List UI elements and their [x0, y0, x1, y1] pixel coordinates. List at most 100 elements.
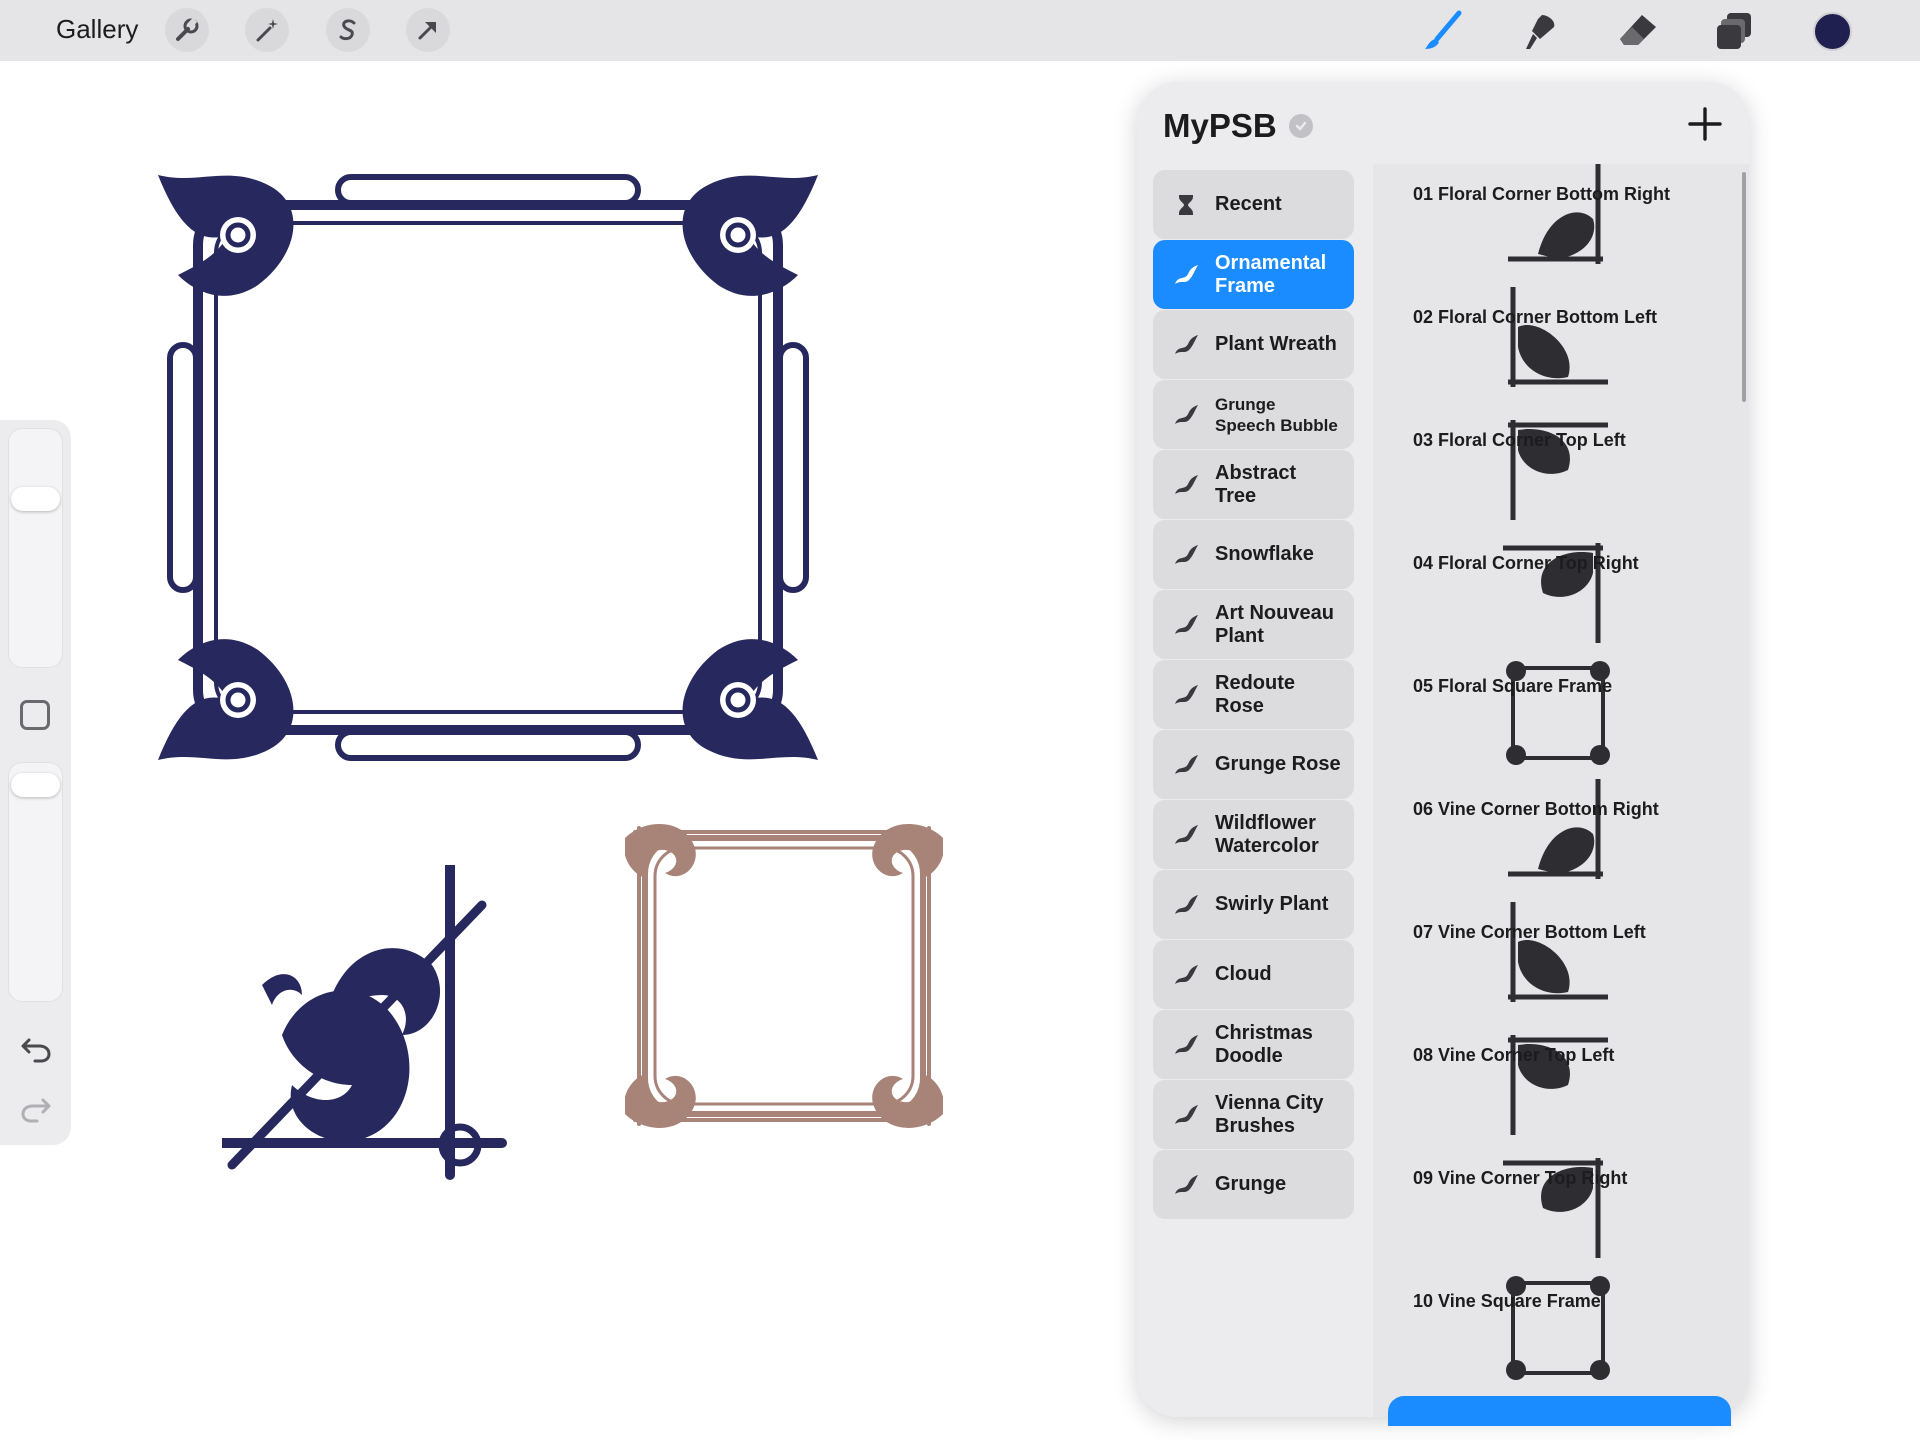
brush-set-item[interactable]: Recent: [1153, 170, 1354, 239]
brush-set-item[interactable]: Snowflake: [1153, 520, 1354, 589]
brush-name: 03 Floral Corner Top Left: [1413, 430, 1626, 450]
opacity-knob[interactable]: [11, 773, 60, 797]
brush-set-label: Vienna City Brushes: [1215, 1091, 1324, 1137]
brush-stroke-preview: [1506, 661, 1610, 765]
brush-tool-button[interactable]: [1419, 8, 1467, 54]
brush-set-label: Cloud: [1215, 963, 1272, 985]
brush-stroke-preview: [1508, 420, 1608, 520]
adjustments-button[interactable]: [245, 8, 289, 52]
eraser-tool-button[interactable]: [1614, 8, 1662, 54]
add-brush-set-button[interactable]: [1685, 104, 1725, 144]
selection-s-icon: [339, 19, 356, 41]
brush-item[interactable]: 02 Floral Corner Bottom Left: [1373, 287, 1749, 410]
modify-square-button[interactable]: [20, 700, 50, 730]
brush-size-knob[interactable]: [11, 487, 60, 511]
brush-set-item[interactable]: Vienna City Brushes: [1153, 1080, 1354, 1149]
brush-item[interactable]: 01 Floral Corner Bottom Right: [1373, 164, 1749, 287]
brush-name: 05 Floral Square Frame: [1413, 676, 1613, 696]
brush-stroke-preview: [1508, 164, 1603, 264]
gallery-button[interactable]: Gallery: [56, 14, 138, 45]
redo-icon[interactable]: [19, 1094, 53, 1124]
brush-set-item[interactable]: Cloud: [1153, 940, 1354, 1009]
layers-icon: [1717, 13, 1751, 49]
brush-set-label: Recent: [1215, 193, 1282, 215]
brush-item[interactable]: 07 Vine Corner Bottom Left: [1373, 902, 1749, 1025]
brush-set-label: Wildflower Watercolor: [1215, 811, 1319, 857]
brush-size-slider[interactable]: [8, 428, 63, 668]
ornamental-frame-large: [158, 174, 818, 761]
brush-set-item[interactable]: Redoute Rose: [1153, 660, 1354, 729]
brush-set-label: Grunge: [1215, 1173, 1287, 1195]
brush-set-item[interactable]: Wildflower Watercolor: [1153, 800, 1354, 869]
brush-stroke-icon: [1175, 1105, 1198, 1124]
brush-set-label: Plant Wreath: [1215, 333, 1337, 355]
transform-button[interactable]: [406, 8, 450, 52]
brush-stroke-icon: [1175, 825, 1198, 844]
brush-stroke-preview: [1506, 1276, 1610, 1380]
brush-set-item[interactable]: Swirly Plant: [1153, 870, 1354, 939]
selection-button[interactable]: [326, 8, 370, 52]
brushes-list[interactable]: 01 Floral Corner Bottom Right 02 Floral C…: [1373, 164, 1749, 1417]
brush-stroke-preview: [1503, 543, 1603, 643]
brush-sets-list[interactable]: Recent Ornamental Frame Plant Wreath Grunge…: [1137, 164, 1373, 1417]
brush-stroke-icon: [1175, 895, 1198, 914]
brush-stroke-icon: [1175, 405, 1198, 424]
brush-set-label: Grunge Rose: [1215, 753, 1341, 775]
brush-set-label: Swirly Plant: [1215, 893, 1329, 915]
brush-item[interactable]: 03 Floral Corner Top Left: [1373, 410, 1749, 533]
top-toolbar: Gallery: [0, 0, 1920, 61]
transform-arrow-icon: [418, 22, 436, 40]
brush-stroke-icon: [1175, 755, 1198, 774]
brush-set-item[interactable]: Grunge: [1153, 1150, 1354, 1219]
brush-name: 06 Vine Corner Bottom Right: [1413, 799, 1659, 819]
brush-item[interactable]: 06 Vine Corner Bottom Right: [1373, 779, 1749, 902]
brushes-scrollbar[interactable]: [1742, 172, 1746, 402]
brush-set-item[interactable]: Grunge Rose: [1153, 730, 1354, 799]
smudge-icon: [1526, 15, 1555, 49]
brush-library-panel: MyPSB Recent Ornamental Frame Plant Wreath…: [1137, 82, 1749, 1417]
brush-name: 01 Floral Corner Bottom Right: [1413, 184, 1671, 204]
brush-stroke-preview: [1503, 1158, 1603, 1258]
brush-set-item[interactable]: Plant Wreath: [1153, 310, 1354, 379]
brush-stroke-preview: [1508, 902, 1608, 1002]
brush-item[interactable]: 09 Vine Corner Top Right: [1373, 1148, 1749, 1271]
opacity-slider[interactable]: [8, 762, 63, 1002]
smudge-tool-button[interactable]: [1516, 8, 1564, 54]
wrench-icon: [176, 17, 199, 41]
brush-set-item[interactable]: Grunge Speech Bubble: [1153, 380, 1354, 449]
brush-set-label: Grunge Speech Bubble: [1215, 394, 1338, 435]
brush-item[interactable]: 05 Floral Square Frame: [1373, 656, 1749, 779]
brush-stroke-icon: [1175, 685, 1198, 704]
hourglass-icon: [1179, 195, 1193, 215]
brush-stroke-icon: [1175, 265, 1198, 284]
title-check-icon: [1289, 114, 1313, 138]
brush-stroke-icon: [1175, 965, 1198, 984]
actions-button[interactable]: [165, 8, 209, 52]
brush-stroke-icon: [1175, 475, 1198, 494]
brush-item-partial[interactable]: [1388, 1396, 1731, 1426]
brush-stroke-icon: [1175, 1035, 1198, 1054]
brush-item[interactable]: 04 Floral Corner Top Right: [1373, 533, 1749, 656]
layers-button[interactable]: [1711, 8, 1759, 54]
brush-name: 08 Vine Corner Top Left: [1413, 1045, 1615, 1065]
brush-icon: [1425, 10, 1462, 49]
brush-set-item[interactable]: Christmas Doodle: [1153, 1010, 1354, 1079]
brush-name: 02 Floral Corner Bottom Left: [1413, 307, 1658, 327]
brush-set-item[interactable]: Art Nouveau Plant: [1153, 590, 1354, 659]
brush-set-item[interactable]: Abstract Tree: [1153, 450, 1354, 519]
brush-item[interactable]: 08 Vine Corner Top Left: [1373, 1025, 1749, 1148]
brush-stroke-icon: [1175, 1175, 1198, 1194]
brush-set-label: Redoute Rose: [1215, 671, 1295, 717]
brush-stroke-icon: [1175, 545, 1198, 564]
brush-set-label: Snowflake: [1215, 543, 1314, 565]
vine-frame-artwork: [625, 824, 943, 1128]
brush-set-label: Ornamental Frame: [1215, 251, 1327, 297]
brush-name: 09 Vine Corner Top Right: [1413, 1168, 1628, 1188]
undo-icon[interactable]: [19, 1034, 53, 1064]
floral-corner-artwork: [222, 865, 507, 1180]
brush-item[interactable]: 10 Vine Square Frame: [1373, 1271, 1749, 1394]
brush-set-item[interactable]: Ornamental Frame: [1153, 240, 1354, 309]
plus-icon: [1688, 107, 1722, 141]
color-picker-button[interactable]: [1813, 12, 1852, 51]
brush-stroke-icon: [1175, 335, 1198, 354]
